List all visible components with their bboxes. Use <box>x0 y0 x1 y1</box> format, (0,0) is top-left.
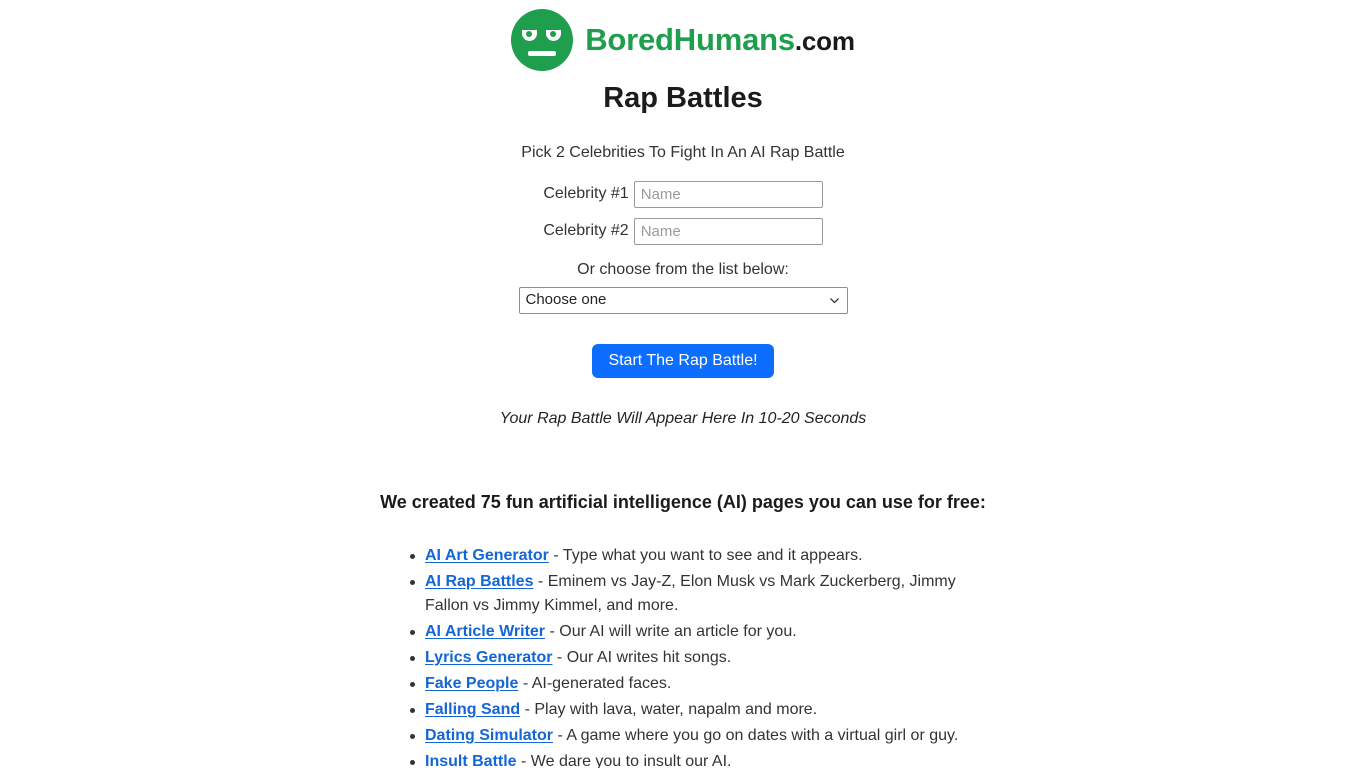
list-item: Insult Battle - We dare you to insult ou… <box>403 750 963 768</box>
celebrity-select[interactable]: Choose one <box>518 286 848 314</box>
list-item: AI Rap Battles - Eminem vs Jay-Z, Elon M… <box>403 570 963 618</box>
list-prompt-label: Or choose from the list below: <box>577 260 789 278</box>
chevron-down-icon <box>829 298 839 303</box>
list-item: Fake People - AI-generated faces. <box>403 672 963 696</box>
site-brand-tld: .com <box>794 25 855 56</box>
logo-eye-left <box>522 30 538 41</box>
page-description: - Type what you want to see and it appea… <box>548 546 863 564</box>
celebrity1-row: Celebrity #1 <box>0 180 1366 208</box>
celebrity-select-wrap: Choose one <box>0 286 1366 314</box>
list-item: AI Article Writer - Our AI will write an… <box>403 620 963 644</box>
page-link[interactable]: AI Rap Battles <box>425 573 533 590</box>
celebrity2-input[interactable] <box>633 217 823 245</box>
celebrity1-label: Celebrity #1 <box>543 185 629 203</box>
page-description: - AI-generated faces. <box>518 674 672 692</box>
list-item: Dating Simulator - A game where you go o… <box>403 724 963 748</box>
site-wordmark: BoredHumans.com <box>585 17 855 64</box>
list-item: AI Art Generator - Type what you want to… <box>403 544 963 568</box>
submit-button-wrap: Start The Rap Battle! <box>0 343 1366 378</box>
bored-face-icon <box>511 9 574 71</box>
ai-pages-list: AI Art Generator - Type what you want to… <box>403 544 963 768</box>
page-subtitle: Pick 2 Celebrities To Fight In An AI Rap… <box>521 143 845 161</box>
page-description: - We dare you to insult our AI. <box>516 752 732 768</box>
celebrity2-label: Celebrity #2 <box>543 222 629 240</box>
logo-eye-right <box>546 30 562 41</box>
page-link[interactable]: Dating Simulator <box>425 727 553 744</box>
page-link[interactable]: Insult Battle <box>425 753 517 768</box>
page-description: - Our AI writes hit songs. <box>552 648 732 666</box>
page-link[interactable]: Falling Sand <box>425 701 520 718</box>
pages-section-heading: We created 75 fun artificial intelligenc… <box>380 491 986 512</box>
celebrity2-row: Celebrity #2 <box>0 217 1366 245</box>
celebrity-select-value: Choose one <box>525 291 607 309</box>
list-item: Lyrics Generator - Our AI writes hit son… <box>403 646 963 670</box>
page-description: - Our AI will write an article for you. <box>545 622 797 640</box>
rap-battle-form: Celebrity #1 Celebrity #2 Or choose from… <box>0 180 1366 378</box>
page-root: BoredHumans.com Rap Battles Pick 2 Celeb… <box>0 0 1366 768</box>
page-link[interactable]: Fake People <box>425 675 518 692</box>
page-description: - Play with lava, water, napalm and more… <box>520 700 818 718</box>
page-link[interactable]: AI Art Generator <box>425 547 549 564</box>
result-status-message: Your Rap Battle Will Appear Here In 10-2… <box>499 409 867 427</box>
page-description: - A game where you go on dates with a vi… <box>553 726 959 744</box>
page-link[interactable]: Lyrics Generator <box>425 649 552 666</box>
start-rap-battle-button[interactable]: Start The Rap Battle! <box>592 343 774 378</box>
logo-mouth <box>528 51 557 56</box>
list-item: Falling Sand - Play with lava, water, na… <box>403 698 963 722</box>
page-link[interactable]: AI Article Writer <box>425 623 545 640</box>
site-brand-name: BoredHumans <box>585 21 795 57</box>
page-title: Rap Battles <box>603 82 763 114</box>
site-logo-bar: BoredHumans.com <box>0 0 1366 71</box>
celebrity1-input[interactable] <box>633 180 823 208</box>
